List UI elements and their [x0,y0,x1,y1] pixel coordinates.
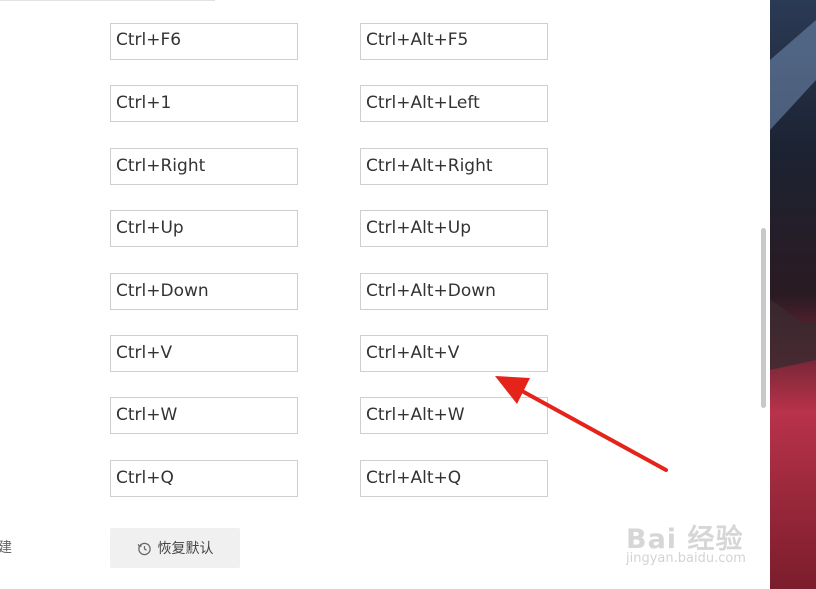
background-photo [770,0,816,589]
shortcut-field-right-8[interactable]: Ctrl+Alt+Q [360,460,548,497]
divider [0,0,215,1]
shortcut-field-right-2[interactable]: Ctrl+Alt+Left [360,85,548,122]
shortcut-field-left-1[interactable]: Ctrl+F6 [110,23,298,60]
shortcut-field-left-5[interactable]: Ctrl+Down [110,273,298,310]
shortcut-field-right-5[interactable]: Ctrl+Alt+Down [360,273,548,310]
shortcut-field-right-6[interactable]: Ctrl+Alt+V [360,335,548,372]
shortcut-field-right-4[interactable]: Ctrl+Alt+Up [360,210,548,247]
shortcut-field-left-6[interactable]: Ctrl+V [110,335,298,372]
restore-default-button[interactable]: 恢复默认 [110,528,240,568]
scrollbar-thumb[interactable] [761,228,766,408]
shortcut-field-left-3[interactable]: Ctrl+Right [110,148,298,185]
section-label: 建 [0,540,12,556]
shortcut-field-left-2[interactable]: Ctrl+1 [110,85,298,122]
shortcut-field-left-4[interactable]: Ctrl+Up [110,210,298,247]
shortcut-field-right-1[interactable]: Ctrl+Alt+F5 [360,23,548,60]
shortcut-value: Ctrl+Alt+F5 [366,30,469,50]
restore-default-label: 恢复默认 [157,541,214,557]
shortcut-field-right-3[interactable]: Ctrl+Alt+Right [360,148,548,185]
settings-panel: Ctrl+F6 Ctrl+Alt+F5 Ctrl+1 Ctrl+Alt+Left… [0,0,770,589]
clock-restore-icon [137,541,152,556]
shortcut-field-right-7[interactable]: Ctrl+Alt+W [360,397,548,434]
shortcut-value: Ctrl+F6 [116,30,182,50]
shortcut-field-left-8[interactable]: Ctrl+Q [110,460,298,497]
watermark-url: jingyan.baidu.com [626,551,746,566]
shortcut-field-left-7[interactable]: Ctrl+W [110,397,298,434]
